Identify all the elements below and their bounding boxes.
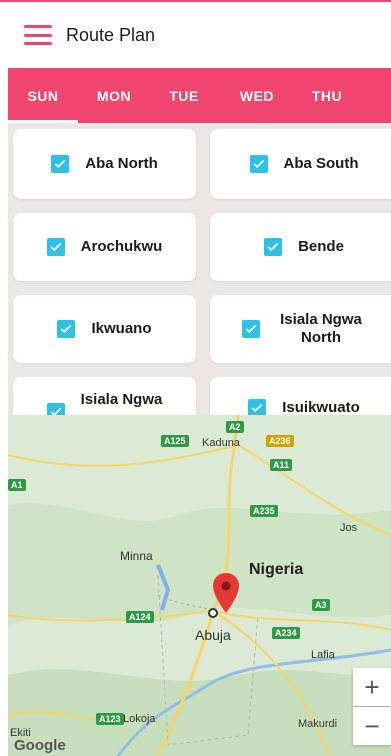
location-pin-icon[interactable] [213, 573, 239, 613]
area-label: Isiala Ngwa North [280, 311, 362, 346]
hamburger-menu-icon[interactable] [24, 25, 52, 45]
tab-sun[interactable]: SUN [8, 68, 78, 123]
map-city-label: Lokoja [123, 713, 156, 725]
checkbox-checked-icon[interactable] [249, 155, 268, 173]
zoom-out-button[interactable]: − [353, 707, 391, 745]
area-label: Ikwuano [91, 320, 152, 337]
checkbox-checked-icon[interactable] [51, 155, 70, 173]
area-card-aba-south[interactable]: Aba South [210, 129, 391, 199]
map-city-label: Abuja [195, 627, 231, 643]
road-shield: A125 [161, 435, 189, 447]
checkbox-checked-icon[interactable] [264, 238, 283, 256]
road-shield: A2 [226, 421, 244, 433]
area-grid: Aba North Aba South Arochukwu Bende Ikwu… [8, 123, 391, 415]
map-city-label: Lafia [311, 649, 335, 661]
checkbox-checked-icon[interactable] [46, 238, 65, 256]
map-city-label: Kaduna [202, 437, 240, 449]
google-logo: Google [14, 737, 66, 754]
road-shield: A11 [270, 459, 293, 471]
area-card-aba-north[interactable]: Aba North [13, 129, 196, 199]
road-shield: A235 [250, 505, 278, 517]
area-label: Isiala Ngwa [80, 391, 163, 408]
area-label: Aba South [283, 155, 359, 172]
map-country-label: Nigeria [249, 561, 304, 578]
area-label: Bende [298, 238, 344, 255]
app-bar: Route Plan [0, 2, 391, 68]
road-shield: A1 [8, 479, 26, 491]
area-card-arochukwu[interactable]: Arochukwu [13, 213, 196, 281]
day-tabs: SUN MON TUE WED THU [8, 68, 391, 123]
checkbox-checked-icon[interactable] [57, 320, 76, 338]
map-city-label: Makurdi [298, 718, 338, 730]
checkbox-checked-icon[interactable] [248, 399, 267, 415]
area-label: Arochukwu [80, 238, 163, 255]
road-shield: A3 [312, 599, 330, 611]
area-card-isiala-ngwa[interactable]: Isiala Ngwa [13, 377, 196, 415]
map-city-label: Jos [340, 522, 358, 534]
zoom-in-button[interactable]: + [353, 668, 391, 706]
area-label: Aba North [85, 155, 158, 172]
checkbox-checked-icon[interactable] [242, 320, 260, 338]
map-city-label: Minna [120, 549, 153, 563]
area-card-ikwuano[interactable]: Ikwuano [13, 295, 196, 363]
road-shield: A236 [266, 435, 294, 447]
road-shield: A234 [272, 627, 300, 639]
checkbox-checked-icon[interactable] [46, 403, 65, 415]
tab-mon[interactable]: MON [78, 68, 150, 123]
area-card-isiala-ngwa-north[interactable]: Isiala Ngwa North [210, 295, 391, 363]
page-title: Route Plan [66, 24, 156, 45]
tab-wed[interactable]: WED [218, 68, 296, 123]
route-map[interactable]: Nigeria Kaduna Minna Abuja Lafia Jos Lok… [8, 415, 391, 756]
tab-tue[interactable]: TUE [150, 68, 218, 123]
tab-thu[interactable]: THU [296, 68, 358, 123]
road-shield: A123 [96, 713, 124, 725]
area-card-isuikwuato[interactable]: Isuikwuato [210, 377, 391, 415]
area-card-bende[interactable]: Bende [210, 213, 391, 281]
road-shield: A124 [126, 611, 154, 623]
map-terrain [8, 415, 391, 756]
area-label: Isuikwuato [282, 399, 360, 415]
